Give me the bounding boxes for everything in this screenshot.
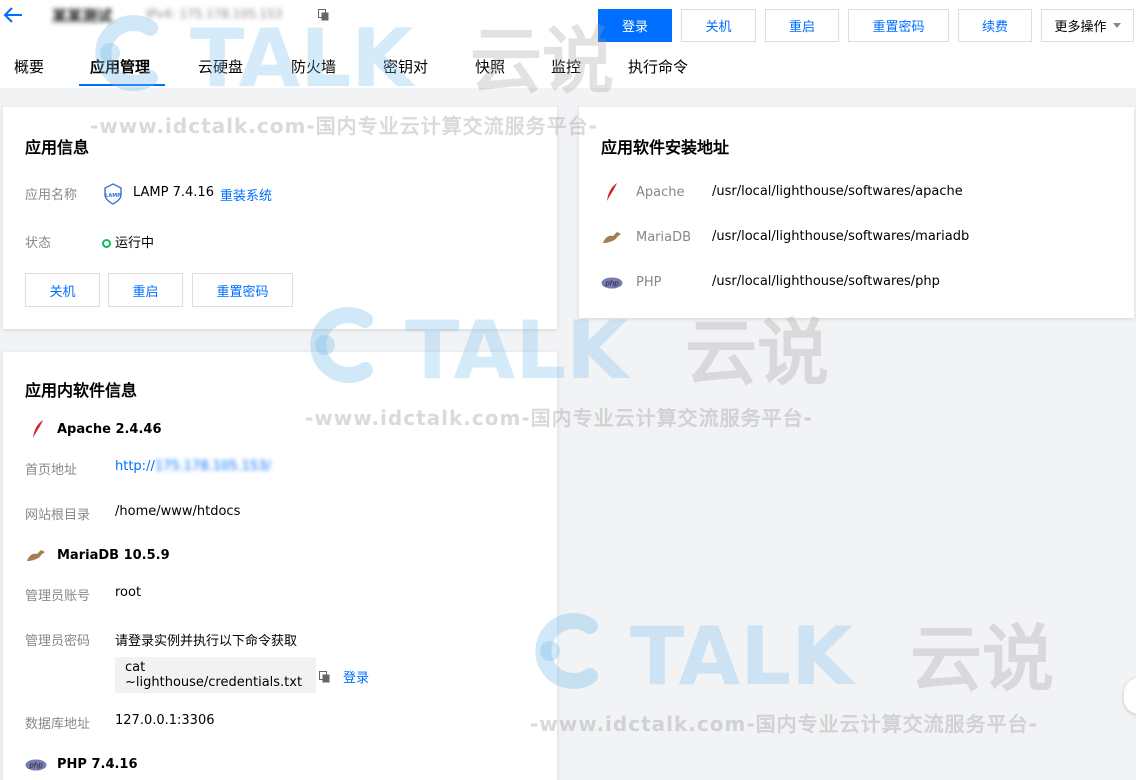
homepage-ip: 175.178.105.153/ [154,459,271,474]
watermark-url: -www.idctalk.com-国内专业云计算交流服务平台- [530,712,1038,736]
admin-account-value: root [115,585,142,600]
homepage-prefix: http:// [115,459,155,474]
homepage-label: 首页地址 [25,463,78,478]
php-title: PHP 7.4.16 [57,757,138,772]
app-name-label: 应用名称 [25,188,78,203]
status-label: 状态 [25,236,52,251]
docroot-label: 网站根目录 [25,508,91,523]
watermark-brand: TALK [630,610,856,696]
card-restart-button[interactable]: 重启 [108,273,183,307]
card-reset-password-button[interactable]: 重置密码 [192,273,293,307]
watermark-logo: TALK 云说 [520,606,1080,703]
tab-monitor[interactable]: 监控 [551,56,581,77]
renew-button[interactable]: 续费 [958,9,1032,42]
php-logo-icon: php [25,759,47,771]
tab-run-command[interactable]: 执行命令 [628,56,688,77]
credentials-command: cat ~lighthouse/credentials.txt [115,657,316,693]
install-paths-card: 应用软件安装地址 Apache /usr/local/lighthouse/so… [579,107,1134,318]
tab-overview[interactable]: 概要 [14,56,44,77]
more-actions-label: 更多操作 [1054,20,1107,35]
reset-password-button[interactable]: 重置密码 [848,9,949,42]
watermark-brand-cn: 云说 [910,617,1054,696]
admin-password-hint: 请登录实例并执行以下命令获取 [115,634,298,649]
db-address-label: 数据库地址 [25,717,91,732]
tab-key-pair[interactable]: 密钥对 [383,56,428,77]
install-row-name: Apache [636,185,685,200]
instance-name: 某某测试 [52,7,113,25]
app-info-title: 应用信息 [25,138,90,157]
mariadb-seal-icon [603,232,621,243]
tab-firewall[interactable]: 防火墙 [291,56,336,77]
apache-feather-icon [33,420,43,438]
mariadb-seal-icon [27,550,45,561]
lamp-icon-text: LAMP [105,193,121,199]
copy-icon[interactable] [319,671,331,683]
watermark-brand-cn: 云说 [685,311,829,390]
status-dot-icon [102,239,111,248]
copy-icon[interactable] [318,9,330,21]
software-info-title: 应用内软件信息 [25,381,138,400]
svg-text:php: php [28,762,43,770]
app-name-value: LAMP 7.4.16 [133,185,214,200]
scroll-handle[interactable] [1124,678,1136,714]
more-actions-dropdown[interactable]: 更多操作 [1041,9,1134,42]
watermark-url: -www.idctalk.com-国内专业云计算交流服务平台- [305,406,813,430]
restart-button[interactable]: 重启 [765,9,839,42]
db-address-value: 127.0.0.1:3306 [115,713,215,728]
back-arrow-icon[interactable] [2,4,24,26]
page-header: 某某测试 IPv4: 175.178.105.153 登录 关机 重启 重置密码… [0,0,1136,88]
instance-ip: IPv4: 175.178.105.153 [146,7,283,21]
active-tab-indicator [79,84,165,86]
tab-snapshot[interactable]: 快照 [475,56,505,77]
lamp-shield-icon: LAMP [104,183,122,205]
tab-cloud-disk[interactable]: 云硬盘 [198,56,243,77]
shutdown-button[interactable]: 关机 [681,9,756,42]
tab-app-management[interactable]: 应用管理 [90,56,150,77]
install-paths-title: 应用软件安装地址 [601,138,730,157]
php-logo-icon: php [601,277,623,289]
homepage-link[interactable]: http://175.178.105.153/ [115,459,271,474]
status-value-wrap: 运行中 [102,232,154,251]
admin-password-label: 管理员密码 [25,634,91,649]
admin-account-label: 管理员账号 [25,589,91,604]
docroot-value: /home/www/htdocs [115,504,241,519]
login-button[interactable]: 登录 [598,9,672,42]
apache-title: Apache 2.4.46 [57,422,162,437]
caret-down-icon [1112,23,1121,28]
install-row-name: MariaDB [636,230,692,245]
apache-feather-icon [607,183,617,201]
mariadb-title: MariaDB 10.5.9 [57,548,170,563]
install-row-name: PHP [636,275,662,290]
command-login-link[interactable]: 登录 [343,667,369,686]
status-value: 运行中 [115,236,155,251]
card-shutdown-button[interactable]: 关机 [25,273,100,307]
svg-text:php: php [604,280,619,288]
install-row-path: /usr/local/lighthouse/softwares/apache [712,184,963,199]
reinstall-link[interactable]: 重装系统 [220,185,272,204]
install-row-path: /usr/local/lighthouse/softwares/php [712,274,940,289]
install-row-path: /usr/local/lighthouse/softwares/mariadb [712,229,970,244]
watermark-url: -www.idctalk.com-国内专业云计算交流服务平台- [90,114,598,138]
app-info-card: 应用信息 应用名称 LAMP LAMP 7.4.16 重装系统 状态 运行中 关… [3,107,557,329]
